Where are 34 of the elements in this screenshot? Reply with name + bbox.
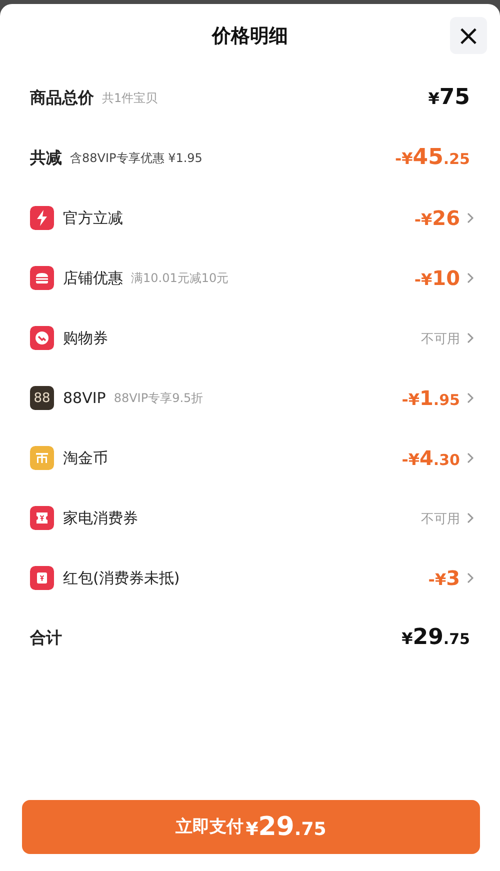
row-label: 共减 bbox=[30, 148, 62, 168]
row-label: 商品总价 bbox=[30, 88, 94, 108]
price-amount: -¥45.25 bbox=[395, 147, 470, 169]
row-label: 淘金币 bbox=[63, 448, 108, 468]
row-label: 店铺优惠 bbox=[63, 268, 123, 288]
chevron-icon[interactable] bbox=[466, 452, 474, 464]
price-amount: ¥75 bbox=[428, 87, 470, 109]
status-text: 不可用 bbox=[421, 331, 460, 346]
sheet-title: 价格明细 bbox=[212, 24, 288, 49]
row-label: 家电消费券 bbox=[63, 508, 138, 528]
row-note: 满10.01元减10元 bbox=[131, 270, 229, 286]
price-amount: -¥4.30 bbox=[402, 448, 460, 468]
vip-badge: 88 bbox=[30, 386, 54, 410]
row-label: 购物券 bbox=[63, 328, 108, 348]
row-label: 官方立减 bbox=[63, 208, 123, 228]
row-label: 红包(消费券未抵) bbox=[63, 568, 180, 588]
price-amount: -¥10 bbox=[414, 268, 460, 288]
chevron-icon[interactable] bbox=[466, 392, 474, 404]
price-amount: -¥1.95 bbox=[402, 388, 460, 408]
chevron-icon[interactable] bbox=[466, 512, 474, 524]
price-amount: -¥26 bbox=[414, 208, 460, 228]
status-text: 不可用 bbox=[421, 511, 460, 526]
row-note: 88VIP专享9.5折 bbox=[114, 390, 204, 406]
chevron-icon[interactable] bbox=[466, 572, 474, 584]
row-note: 含88VIP专享优惠 ¥1.95 bbox=[70, 150, 202, 166]
chevron-icon[interactable] bbox=[466, 332, 474, 344]
chevron-icon[interactable] bbox=[466, 212, 474, 224]
row-note: 共1件宝贝 bbox=[102, 90, 158, 106]
chevron-icon[interactable] bbox=[466, 272, 474, 284]
row-label: 88VIP bbox=[63, 389, 106, 407]
close-button[interactable]: × bbox=[450, 17, 487, 54]
total-label: 合计 bbox=[30, 628, 62, 648]
price-amount: ¥29.75 bbox=[402, 627, 470, 649]
price-amount: -¥3 bbox=[428, 568, 460, 588]
